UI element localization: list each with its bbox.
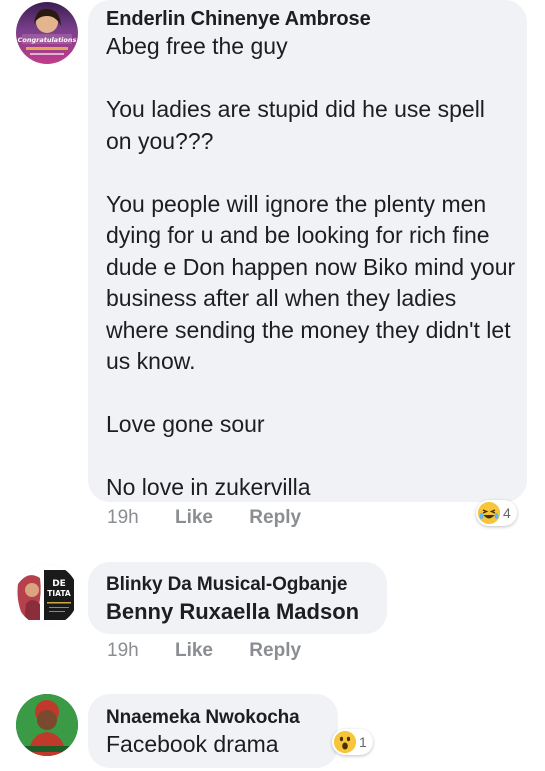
comment-time[interactable]: 19h: [107, 507, 139, 528]
like-button[interactable]: Like: [175, 507, 213, 528]
avatar-image-icon: DE TIATA: [16, 564, 78, 626]
reaction-count[interactable]: 1: [332, 729, 373, 755]
reply-button[interactable]: Reply: [249, 507, 301, 528]
comment-text: Facebook drama: [106, 731, 279, 757]
avatar-image-icon: Congratulations: [18, 8, 77, 55]
svg-text:TIATA: TIATA: [47, 589, 71, 598]
comment-author[interactable]: Blinky Da Musical-Ogbanje: [106, 574, 348, 596]
comment-meta: 19h Like Reply: [107, 640, 301, 662]
wow-emoji-icon: [334, 731, 356, 753]
laughing-emoji-icon: [478, 502, 500, 524]
comment-author[interactable]: Nnaemeka Nwokocha: [106, 707, 300, 729]
svg-text:Congratulations: Congratulations: [18, 36, 77, 44]
svg-text:DE: DE: [52, 579, 66, 589]
like-button[interactable]: Like: [175, 640, 213, 661]
comment-bubble: Blinky Da Musical-Ogbanje Benny Ruxaella…: [88, 562, 387, 634]
avatar[interactable]: DE TIATA: [16, 564, 78, 626]
reply-button[interactable]: Reply: [249, 640, 301, 661]
avatar[interactable]: Congratulations: [16, 2, 78, 64]
comment-bubble: Nnaemeka Nwokocha Facebook drama: [88, 694, 338, 768]
tagged-user-link[interactable]: Benny Ruxaella Madson: [106, 599, 359, 625]
comment-meta: 19h Like Reply: [107, 507, 301, 529]
comment-time[interactable]: 19h: [107, 640, 139, 661]
avatar[interactable]: [16, 694, 78, 756]
reaction-count[interactable]: 4: [476, 500, 517, 526]
reaction-number: 1: [359, 734, 367, 750]
reaction-number: 4: [503, 505, 511, 521]
comment-text: Abeg free the guy You ladies are stupid …: [106, 33, 516, 500]
comment-author[interactable]: Enderlin Chinenye Ambrose: [106, 8, 371, 31]
avatar-image-icon: [16, 694, 78, 756]
comment-bubble: Enderlin Chinenye Ambrose Abeg free the …: [88, 0, 527, 502]
